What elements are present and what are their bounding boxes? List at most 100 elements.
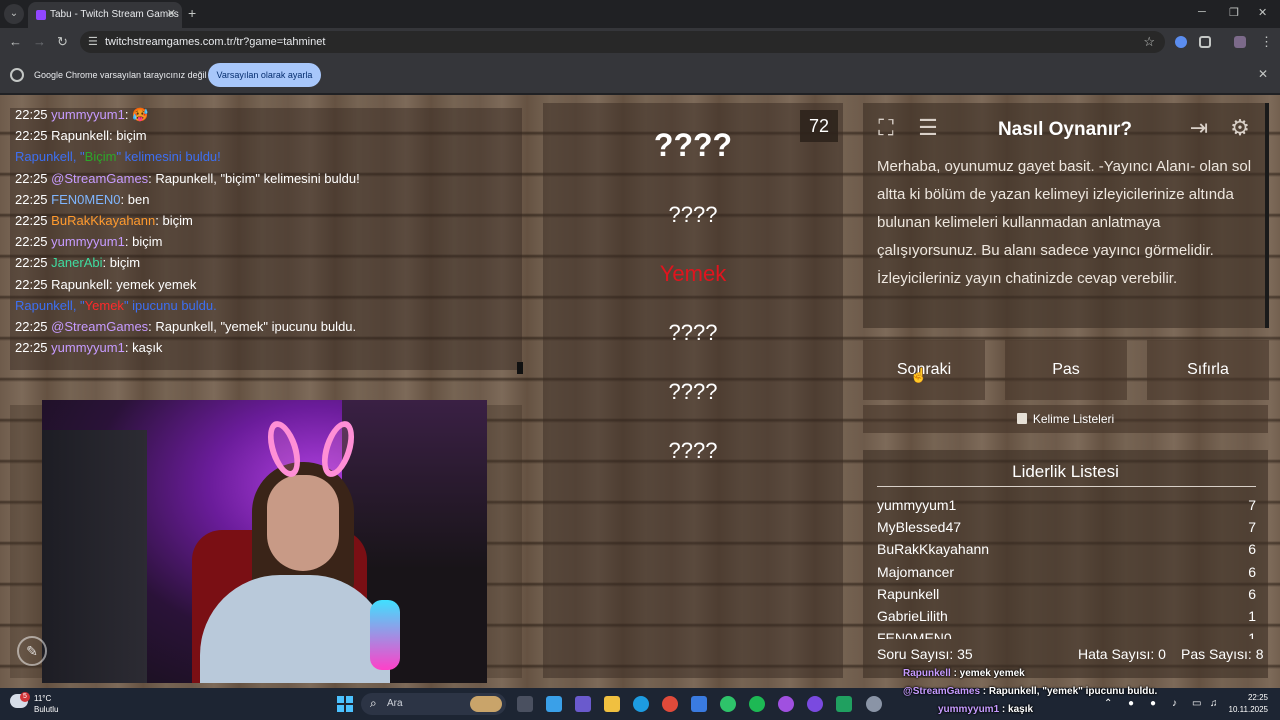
chat-message: 22:25 FEN0MEN0: ben [15,192,149,207]
chat-system-text: " ipucunu buldu. [123,297,217,313]
overlay-chat-line: yummyyum1 : kaşık [938,704,1033,715]
chat-system-text: Rapunkell, " [15,149,85,165]
leaderboard-row: Rapunkell 6 [877,586,1256,608]
chat-time: 22:25 [15,213,48,228]
chrome-menu-icon[interactable]: ⋮ [1260,34,1273,50]
player-name: FEN0MEN0 [877,630,952,639]
weather-description[interactable]: Bulutlu [34,705,58,714]
browser-tab[interactable]: Tabu - Twitch Stream Games ✕ [28,2,182,28]
back-icon[interactable]: ← [9,34,22,49]
tray-chevron-icon[interactable]: ⌃ [1104,698,1112,709]
clock-time[interactable]: 22:25 [1240,693,1268,702]
copilot-icon[interactable] [546,696,562,712]
leaderboard-title: Liderlik Listesi [1012,462,1119,481]
edge-icon[interactable] [633,696,649,712]
forward-icon[interactable]: → [33,34,46,49]
word-lists-button[interactable]: Kelime Listeleri [863,405,1268,433]
fullscreen-icon[interactable]: ⛶ [870,112,902,144]
address-bar[interactable]: ☰ twitchstreamgames.com.tr/tr?game=tahmi… [80,31,1165,53]
bookmark-star-icon[interactable]: ☆ [1143,34,1155,50]
webcam-background-window [42,430,147,683]
chat-message: 22:25 JanerAbi: biçim [15,255,140,270]
extension-icon[interactable] [1175,36,1187,48]
obs-icon[interactable] [807,696,823,712]
minimize-icon[interactable]: ─ [1198,6,1206,18]
hint-word: ???? [668,320,718,345]
overlay-chat-line: @StreamGames : Rapunkell, "yemek" ipucun… [903,686,1157,697]
url-text[interactable]: twitchstreamgames.com.tr/tr?game=tahmine… [105,36,325,48]
chat-system-text: " kelimesini buldu! [116,149,221,165]
chat-time: 22:25 [15,319,48,334]
file-explorer-icon[interactable] [604,696,620,712]
chat-message: Rapunkell, "Yemek" ipucunu buldu. [15,298,217,313]
teams-icon[interactable] [575,696,591,712]
leaderboard-row: GabrieLilith 1 [877,608,1256,630]
window-close-icon[interactable]: ✕ [1258,6,1267,19]
chrome-icon[interactable] [662,696,678,712]
pass-count: Pas Sayısı: 8 [1181,646,1264,662]
tab-search-chevron-icon[interactable]: ⌄ [4,4,24,24]
main-word: ???? [653,127,733,163]
player-score: 1 [1248,608,1256,624]
hint-word: ???? [668,202,718,227]
webcam-microphone [370,600,400,670]
extensions-puzzle-icon[interactable] [1199,36,1211,48]
leaderboard-row: Majomancer 6 [877,564,1256,586]
mouse-cursor-icon: ☝ [910,367,928,383]
chat-message: 22:25 Rapunkell: yemek yemek [15,277,196,292]
chat-scroll-marker [517,362,523,374]
task-view-icon[interactable] [517,696,533,712]
chat-username: Rapunkell [51,128,109,144]
app-icon[interactable] [836,696,852,712]
taskbar-search[interactable]: ⌕ Ara [361,693,506,715]
clock-date[interactable]: 10.11.2025 [1218,705,1268,714]
edit-pencil-icon[interactable]: ✎ [17,636,47,666]
infobar-close-icon[interactable]: ✕ [1258,67,1268,81]
tray-app-icon[interactable]: ● [1128,698,1134,709]
tray-app-icon[interactable]: ● [1150,698,1156,709]
chat-separator: : [124,234,133,250]
player-name: BuRakKkayahann [877,541,990,557]
chat-time: 22:25 [15,107,48,122]
player-score: 6 [1248,541,1256,557]
microphone-icon[interactable]: ♪ [1172,698,1177,709]
site-info-icon[interactable]: ☰ [88,35,98,48]
chat-message: 22:25 BuRakKkayahann: biçim [15,213,193,228]
chat-text: ben [127,191,150,207]
store-icon[interactable] [691,696,707,712]
weather-temperature[interactable]: 11°C [34,694,51,703]
restore-icon[interactable]: ❐ [1229,6,1239,19]
reload-icon[interactable]: ↻ [57,34,68,50]
hint-word: ???? [668,438,718,463]
chat-separator: : [124,107,133,122]
chat-found-word: Yemek [84,297,124,313]
tab-title: Tabu - Twitch Stream Games [50,9,179,20]
profile-avatar[interactable] [1234,36,1246,48]
settings-icon[interactable] [866,696,882,712]
exit-icon[interactable]: ⇥ [1183,112,1215,144]
overlay-chat-user: yummyyum1 [938,704,1000,715]
new-tab-button[interactable]: + [188,5,196,21]
pass-button[interactable]: Pas [1005,340,1127,400]
chat-text: yemek yemek [116,276,197,292]
settings-gear-icon[interactable]: ⚙ [1224,112,1256,144]
browser-tab-bar: ⌄ Tabu - Twitch Stream Games ✕ + ─ ❐ ✕ [0,0,1280,28]
chat-message: 22:25 yummyyum1: 🥵 [15,107,148,123]
set-default-button[interactable]: Varsayılan olarak ayarla [208,63,321,87]
volume-icon[interactable]: ♫ [1210,698,1218,709]
twitch-icon[interactable] [778,696,794,712]
spotify-icon[interactable] [749,696,765,712]
webcam-face [267,475,339,571]
windows-start-icon[interactable] [337,696,353,712]
overlay-chat-user: @StreamGames [903,686,981,697]
chat-text: biçim [109,255,141,271]
chrome-logo-icon [10,68,24,82]
chat-message: 22:25 @StreamGames: Rapunkell, "biçim" k… [15,171,360,186]
how-to-play-scrollbar[interactable] [1265,103,1269,328]
network-icon[interactable]: ▭ [1192,698,1201,709]
whatsapp-icon[interactable] [720,696,736,712]
reset-button[interactable]: Sıfırla [1147,340,1269,400]
tab-close-icon[interactable]: ✕ [167,7,176,20]
overlay-chat-user: Rapunkell [903,668,951,679]
notebook-icon [1016,413,1027,424]
